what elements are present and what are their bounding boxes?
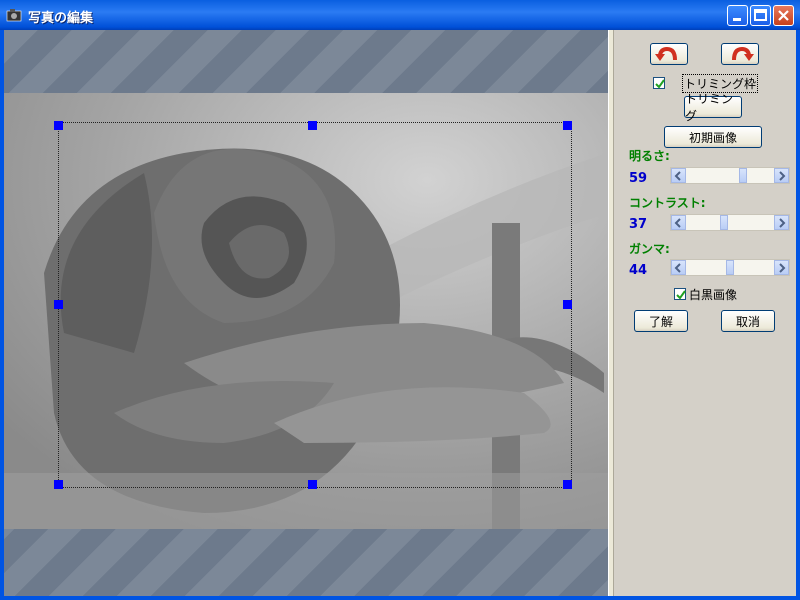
rotate-right-icon [732, 46, 754, 61]
window-title: 写真の編集 [28, 11, 94, 26]
checkmark-icon [676, 290, 686, 300]
gamma-label: ガンマ: [629, 242, 670, 256]
minimize-icon [733, 18, 741, 21]
cancel-button[interactable]: 取消 [721, 310, 775, 332]
crop-handle-ne[interactable] [563, 121, 572, 130]
crop-handle-s[interactable] [308, 480, 317, 489]
rotate-right-button[interactable] [721, 43, 759, 65]
contrast-thumb[interactable] [720, 215, 728, 230]
reset-image-button[interactable]: 初期画像 [664, 126, 762, 148]
trim-button[interactable]: トリミング [684, 92, 742, 123]
gamma-value: 44 [629, 263, 648, 278]
scroll-left-arrow[interactable] [671, 215, 686, 230]
grayscale-label: 白黒画像 [689, 288, 738, 302]
title-bar[interactable]: 写真の編集 [0, 0, 800, 30]
chevron-right-icon [779, 263, 786, 273]
chevron-left-icon [674, 263, 681, 273]
rotate-left-icon [655, 46, 677, 61]
rotate-left-button[interactable] [650, 43, 688, 65]
chevron-left-icon [674, 171, 681, 181]
contrast-label: コントラスト: [629, 196, 706, 210]
brightness-label: 明るさ: [629, 149, 670, 163]
crop-handle-e[interactable] [563, 300, 572, 309]
image-canvas[interactable] [4, 30, 608, 596]
close-icon [778, 10, 789, 21]
gamma-thumb[interactable] [726, 260, 734, 275]
chevron-right-icon [779, 218, 786, 228]
maximize-button[interactable] [750, 5, 771, 26]
scroll-right-arrow[interactable] [774, 260, 789, 275]
contrast-value: 37 [629, 217, 648, 232]
scroll-left-arrow[interactable] [671, 168, 686, 183]
scroll-right-arrow[interactable] [774, 215, 789, 230]
brightness-slider[interactable] [670, 167, 790, 184]
crop-handle-sw[interactable] [54, 480, 63, 489]
chevron-right-icon [779, 171, 786, 181]
scroll-left-arrow[interactable] [671, 260, 686, 275]
crop-handle-w[interactable] [54, 300, 63, 309]
chevron-left-icon [674, 218, 681, 228]
close-button[interactable] [773, 5, 794, 26]
crop-handle-nw[interactable] [54, 121, 63, 130]
trim-frame-checkbox[interactable] [653, 77, 665, 89]
contrast-slider[interactable] [670, 214, 790, 231]
grayscale-checkbox[interactable] [674, 288, 686, 300]
crop-handle-se[interactable] [563, 480, 572, 489]
checkmark-icon [655, 79, 665, 89]
brightness-value: 59 [629, 171, 648, 186]
brightness-thumb[interactable] [739, 168, 747, 183]
crop-handle-n[interactable] [308, 121, 317, 130]
minimize-button[interactable] [727, 5, 748, 26]
rose-photo[interactable] [4, 93, 608, 529]
edit-photo-window: 写真の編集 トリミング枠 トリミング 初期画像 明るさ: 59 コントラスト: … [0, 0, 800, 600]
scroll-right-arrow[interactable] [774, 168, 789, 183]
gamma-slider[interactable] [670, 259, 790, 276]
maximize-icon [754, 9, 767, 21]
crop-frame[interactable] [58, 122, 572, 488]
ok-button[interactable]: 了解 [634, 310, 688, 332]
edit-panel: トリミング枠 トリミング 初期画像 明るさ: 59 コントラスト: 37 ガンマ… [614, 30, 796, 596]
camera-icon [6, 9, 22, 22]
client-area: トリミング枠 トリミング 初期画像 明るさ: 59 コントラスト: 37 ガンマ… [4, 30, 796, 596]
